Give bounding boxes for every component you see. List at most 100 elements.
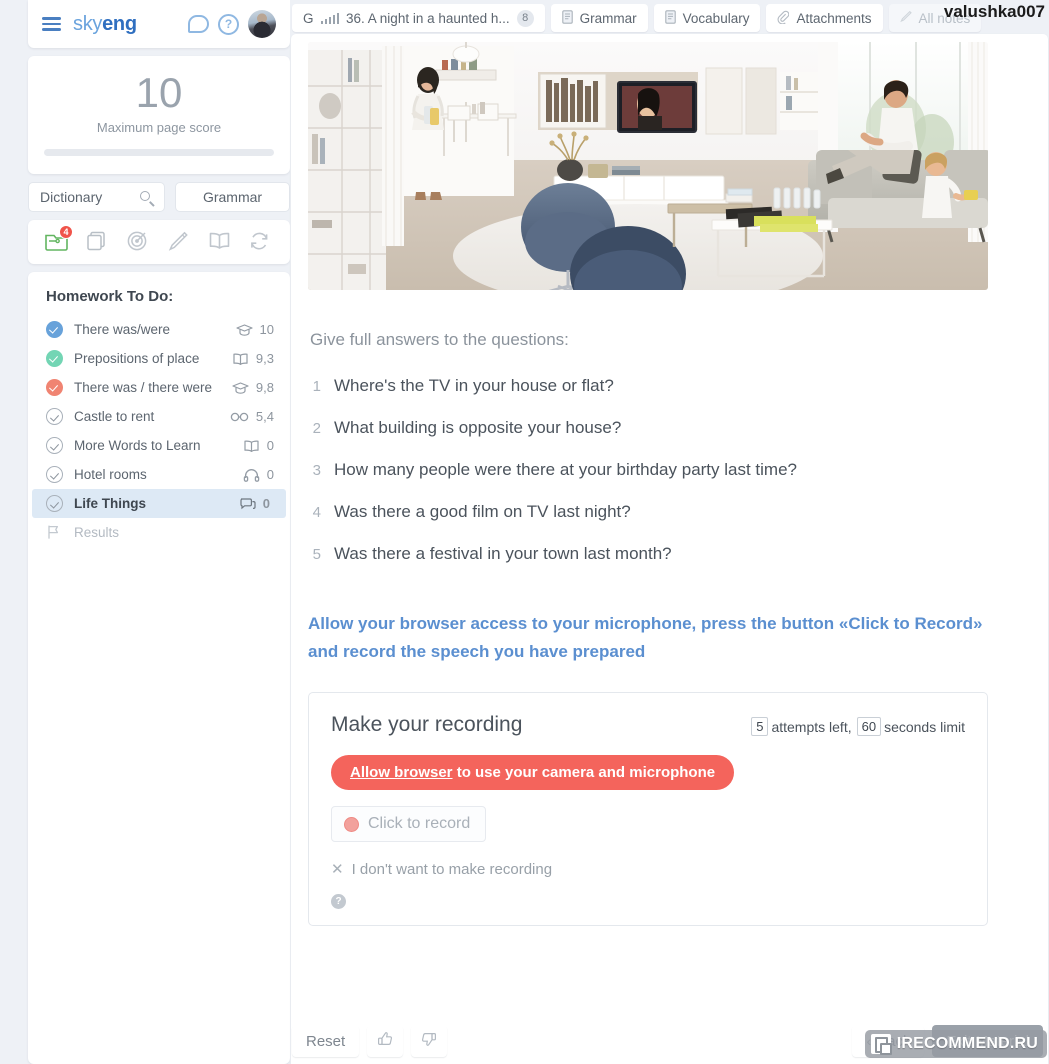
question-row: 3 How many people were there at your birt… [310,460,1028,480]
attempts-left-value: 5 [751,717,769,736]
book-icon [232,352,249,366]
pencil-icon[interactable] [166,230,192,254]
document-icon [561,9,573,27]
attempts-left-label: attempts left, [771,718,852,735]
dictionary-search-input[interactable]: Dictionary [28,182,165,212]
homework-item-1[interactable]: There was/were 10 [28,315,290,344]
glasses-icon [230,410,249,424]
sidebar-icon-strip: 4 [28,220,290,264]
homework-item-7[interactable]: Life Things 0 [32,489,286,518]
question-number: 2 [312,420,321,437]
main-area: G 36. A night in a haunted h... 8 Gramma… [290,0,1049,1064]
status-check-icon [46,350,63,367]
homework-item-score-group: 0 [243,467,274,482]
speech-bubbles-icon [239,497,256,511]
homework-item-score: 10 [259,322,274,337]
status-check-icon [46,408,63,425]
homework-panel: Homework To Do: There was/were 10 Preposit… [28,272,290,1064]
tab-grammar-label: Grammar [579,10,637,26]
question-number: 3 [312,462,321,479]
avatar[interactable] [248,10,276,38]
score-card: 10 Maximum page score [28,56,290,174]
homework-item-score: 0 [262,496,270,511]
thumbs-down-button[interactable] [411,1025,448,1057]
tab-vocabulary[interactable]: Vocabulary [653,4,761,32]
tab-attachments[interactable]: Attachments [766,4,883,32]
tab-lesson[interactable]: G 36. A night in a haunted h... 8 [292,4,545,32]
homework-folder-icon[interactable]: 4 [44,225,73,254]
graduation-cap-icon [235,323,253,337]
homework-item-score: 9,8 [255,380,274,395]
homework-item-score-group: 9,3 [232,351,274,366]
microphone-notice: Allow your browser access to your microp… [308,614,983,661]
homework-item-label: Results [74,525,120,540]
menu-burger-icon[interactable] [42,17,61,31]
target-icon[interactable] [126,230,152,254]
seconds-limit-label: seconds limit [884,718,965,735]
question-text: Where's the TV in your house or flat? [334,376,614,395]
allow-browser-button[interactable]: Allow browser to use your camera and mic… [331,755,735,790]
tab-bar: G 36. A night in a haunted h... 8 Gramma… [290,0,1049,34]
homework-item-6[interactable]: Hotel rooms 0 [28,460,290,489]
thumbs-up-icon [376,1030,394,1052]
tab-attachments-label: Attachments [796,10,872,26]
site-watermark: IRECOMMEND.RU [864,1030,1047,1058]
skyeng-lesson-app: skyeng ? 10 Maximum page score Dictionar… [0,0,1049,1064]
homework-item-label: Hotel rooms [74,467,147,482]
site-watermark-text: IRECOMMEND.RU [896,1035,1038,1052]
question-row: 2 What building is opposite your house? [310,418,1028,438]
allow-browser-link[interactable]: Allow browser [350,764,453,781]
seconds-limit-value: 60 [856,717,882,736]
status-check-icon [46,379,63,396]
homework-folder-badge: 4 [59,225,73,239]
living-room-photo [308,42,988,290]
homework-item-3[interactable]: There was / there were 9,8 [28,373,290,402]
question-row: 4 Was there a good film on TV last night? [310,502,1028,522]
irecommend-logo-icon [870,1034,892,1055]
reset-button[interactable]: Reset [292,1025,360,1057]
thumbs-down-icon [420,1030,438,1052]
refresh-icon[interactable] [248,230,274,254]
grammar-label: Grammar [202,189,263,205]
recording-header: Make your recording 5 attempts left, 60 … [331,713,965,737]
grammar-button[interactable]: Grammar [175,182,290,212]
thumbs-up-button[interactable] [367,1025,404,1057]
homework-item-score: 0 [266,438,274,453]
book-icon [243,439,260,453]
homework-item-4[interactable]: Castle to rent 5,4 [28,402,290,431]
tab-lesson-prefix: G [303,10,314,26]
chat-icon[interactable] [188,15,209,33]
homework-item-score-group: 10 [235,322,274,337]
status-check-icon [46,437,63,454]
help-icon[interactable]: ? [218,13,239,35]
record-dot-icon [344,816,359,832]
homework-item-5[interactable]: More Words to Learn 0 [28,431,290,460]
help-circle-icon[interactable]: ? [331,894,346,909]
status-check-icon [46,495,63,512]
status-check-icon [46,321,63,338]
question-row: 1 Where's the TV in your house or flat? [310,376,1028,396]
header-icon-group: ? [188,10,276,38]
homework-item-label: Castle to rent [74,409,155,424]
tab-lesson-count: 8 [516,9,534,27]
graduation-cap-icon [232,381,249,395]
click-to-record-button[interactable]: Click to record [331,806,487,842]
tab-grammar[interactable]: Grammar [550,4,648,32]
skip-recording-label: I don't want to make recording [351,860,553,878]
homework-title: Homework To Do: [46,288,174,305]
sidebar-tools-row: Dictionary Grammar [28,182,290,212]
homework-item-2[interactable]: Prepositions of place 9,3 [28,344,290,373]
skyeng-logo[interactable]: skyeng [73,13,137,36]
score-progress-bar [44,149,274,156]
homework-list: There was/were 10 Prepositions of place 9,3… [28,315,290,547]
homework-item-score-group: 5,4 [230,409,274,424]
cards-icon[interactable] [85,230,111,254]
logo-eng: eng [102,12,137,35]
homework-item-score: 0 [266,467,274,482]
homework-item-8: Results [28,518,290,547]
question-row: 5 Was there a festival in your town last … [310,544,1028,564]
logo-sky: sky [73,12,103,35]
status-check-icon [46,466,63,483]
book-icon[interactable] [207,230,233,254]
skip-recording-link[interactable]: ✕ I don't want to make recording [331,860,965,879]
